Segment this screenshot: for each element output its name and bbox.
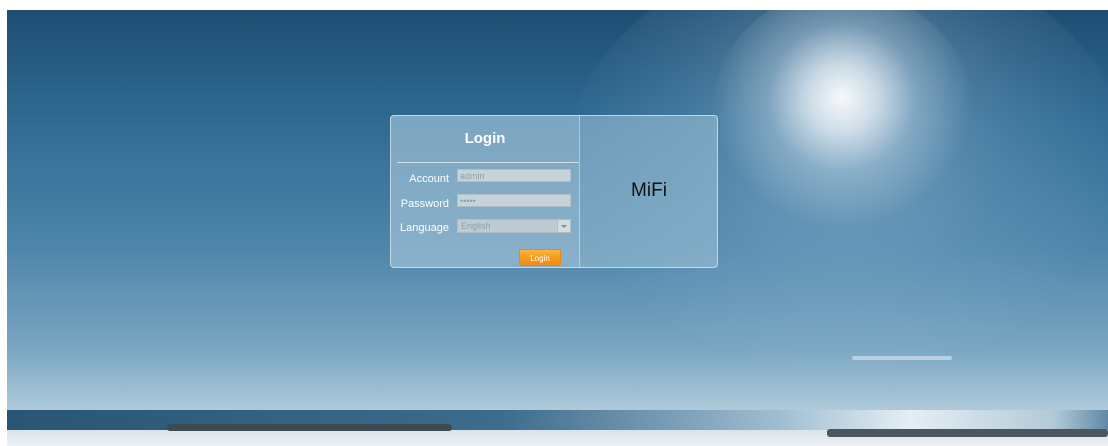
language-select[interactable]: English bbox=[457, 219, 571, 233]
chevron-down-icon[interactable] bbox=[557, 220, 570, 232]
login-button[interactable]: Login bbox=[519, 249, 561, 266]
brand-name: MiFi bbox=[631, 180, 667, 201]
login-title: Login bbox=[464, 130, 506, 147]
login-form: Login Account Password Language English … bbox=[391, 116, 580, 267]
title-divider bbox=[397, 162, 579, 163]
password-label: Password bbox=[400, 198, 449, 210]
account-label: Account bbox=[409, 173, 449, 185]
rocks-left bbox=[167, 424, 452, 431]
cloud bbox=[852, 356, 952, 360]
account-input[interactable] bbox=[457, 169, 571, 182]
language-selected-value: English bbox=[461, 221, 491, 231]
password-input[interactable] bbox=[457, 194, 571, 207]
language-label: Language bbox=[400, 222, 449, 234]
login-panel: Login Account Password Language English … bbox=[390, 115, 718, 268]
rocks-right bbox=[827, 429, 1108, 437]
